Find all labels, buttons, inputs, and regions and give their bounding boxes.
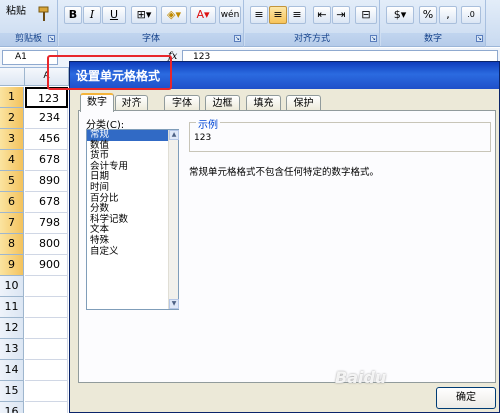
tab-border[interactable]: 边框: [205, 95, 240, 111]
tab-protection[interactable]: 保护: [286, 95, 321, 111]
row-header[interactable]: 13: [0, 339, 24, 360]
decrease-indent-icon[interactable]: ⇤: [313, 6, 331, 24]
clipboard-group: 粘贴 剪贴板 ↘: [0, 0, 58, 47]
category-scrollbar[interactable]: ▲ ▼: [168, 130, 179, 309]
number-group-label: 数字: [381, 33, 485, 46]
align-left-icon[interactable]: ≡: [250, 6, 268, 24]
row-header[interactable]: 7: [0, 213, 24, 234]
cell-a6[interactable]: 678: [25, 192, 68, 213]
cell-a13[interactable]: [25, 339, 68, 360]
cell-a5[interactable]: 890: [25, 171, 68, 192]
category-item[interactable]: 常规: [87, 129, 178, 141]
watermark: Baidu: [335, 368, 387, 387]
category-item[interactable]: 时间: [87, 182, 178, 194]
tab-number[interactable]: 数字: [80, 93, 114, 112]
fill-color-icon[interactable]: ◈▾: [161, 6, 187, 24]
underline-button[interactable]: U: [102, 6, 126, 24]
sample-legend: 示例: [196, 116, 220, 131]
number-tab-pane: 分类(C): 常规 数值 货币 会计专用 日期 时间 百分比 分数 科学记数 文本 特殊 自定义 ▲ …: [78, 110, 496, 383]
tab-alignment[interactable]: 对齐: [115, 95, 148, 111]
category-item[interactable]: 自定义: [87, 246, 178, 258]
row-header[interactable]: 14: [0, 360, 24, 381]
cell-a12[interactable]: [25, 318, 68, 339]
borders-icon[interactable]: ⊞▾: [131, 6, 157, 24]
row-header[interactable]: 5: [0, 171, 24, 192]
accounting-format-icon[interactable]: $▾: [386, 6, 414, 24]
bold-button[interactable]: B: [64, 6, 82, 24]
increase-indent-icon[interactable]: ⇥: [332, 6, 350, 24]
font-group-label: 字体: [59, 33, 243, 46]
font-color-glyph: A: [196, 8, 204, 21]
row-header[interactable]: 8: [0, 234, 24, 255]
tab-fill[interactable]: 填充: [246, 95, 281, 111]
phonetic-icon[interactable]: wén: [219, 6, 241, 24]
align-center-icon[interactable]: ≡: [269, 6, 287, 24]
row-header[interactable]: 1: [0, 87, 24, 108]
sample-value: 123: [194, 133, 212, 143]
format-cells-dialog: 设置单元格格式 数字 对齐 字体 边框 填充 保护 分类(C): 常规 数值 货币会…: [69, 61, 500, 413]
increase-decimal-icon[interactable]: .0: [461, 6, 481, 24]
cell-a7[interactable]: 798: [25, 213, 68, 234]
highlight-annotation: [47, 55, 172, 90]
cell-a14[interactable]: [25, 360, 68, 381]
row-header[interactable]: 9: [0, 255, 24, 276]
category-item[interactable]: 特殊: [87, 235, 178, 247]
row-header[interactable]: 16: [0, 402, 24, 413]
font-group: B I U ⊞▾ ◈▾ A▾ wén 字体 ↘: [59, 0, 244, 47]
alignment-group-label: 对齐方式: [245, 33, 379, 46]
align-right-icon[interactable]: ≡: [288, 6, 306, 24]
cell-a4[interactable]: 678: [25, 150, 68, 171]
alignment-group: ≡ ≡ ≡ ⇤ ⇥ ⊟ 对齐方式 ↘: [245, 0, 380, 47]
cell-a1[interactable]: 123: [25, 87, 68, 108]
italic-button[interactable]: I: [83, 6, 101, 24]
row-header[interactable]: 12: [0, 318, 24, 339]
cell-a3[interactable]: 456: [25, 129, 68, 150]
tab-font[interactable]: 字体: [164, 95, 200, 111]
row-header[interactable]: 15: [0, 381, 24, 402]
font-launcher-icon[interactable]: ↘: [234, 35, 241, 42]
row-header[interactable]: 3: [0, 129, 24, 150]
cell-a16[interactable]: [25, 402, 68, 413]
number-group: $▾ % , .0 数字 ↘: [381, 0, 486, 47]
alignment-launcher-icon[interactable]: ↘: [370, 35, 377, 42]
row-header[interactable]: 2: [0, 108, 24, 129]
cell-a10[interactable]: [25, 276, 68, 297]
ribbon: 粘贴 剪贴板 ↘ B I U ⊞▾ ◈▾ A▾ wén 字体 ↘ ≡ ≡ ≡ ⇤…: [0, 0, 500, 47]
category-items: 常规 数值 货币 会计专用 日期 时间 百分比 分数 科学记数 文本 特殊 自定义: [87, 129, 178, 258]
row-header[interactable]: 4: [0, 150, 24, 171]
comma-button[interactable]: ,: [439, 6, 457, 24]
scroll-down-icon[interactable]: ▼: [169, 299, 179, 309]
cell-a2[interactable]: 234: [25, 108, 68, 129]
cell-a9[interactable]: 900: [25, 255, 68, 276]
cell-a8[interactable]: 800: [25, 234, 68, 255]
cell-a11[interactable]: [25, 297, 68, 318]
paste-button[interactable]: 粘贴: [6, 2, 26, 17]
row-header[interactable]: 6: [0, 192, 24, 213]
font-color-button[interactable]: A▾: [190, 6, 216, 24]
ok-button[interactable]: 确定: [436, 387, 496, 409]
sample-group: 示例 123: [189, 116, 491, 152]
select-all-corner[interactable]: [0, 68, 25, 86]
row-header[interactable]: 11: [0, 297, 24, 318]
category-list[interactable]: 常规 数值 货币 会计专用 日期 时间 百分比 分数 科学记数 文本 特殊 自定义 ▲ ▼: [86, 129, 179, 310]
number-launcher-icon[interactable]: ↘: [476, 35, 483, 42]
clipboard-launcher-icon[interactable]: ↘: [48, 35, 55, 42]
format-painter-icon[interactable]: [37, 5, 55, 23]
percent-button[interactable]: %: [419, 6, 437, 24]
cell-a15[interactable]: [25, 381, 68, 402]
format-description: 常规单元格格式不包含任何特定的数字格式。: [189, 167, 380, 178]
scroll-up-icon[interactable]: ▲: [169, 130, 179, 140]
merge-cells-icon[interactable]: ⊟: [355, 6, 377, 24]
row-header[interactable]: 10: [0, 276, 24, 297]
